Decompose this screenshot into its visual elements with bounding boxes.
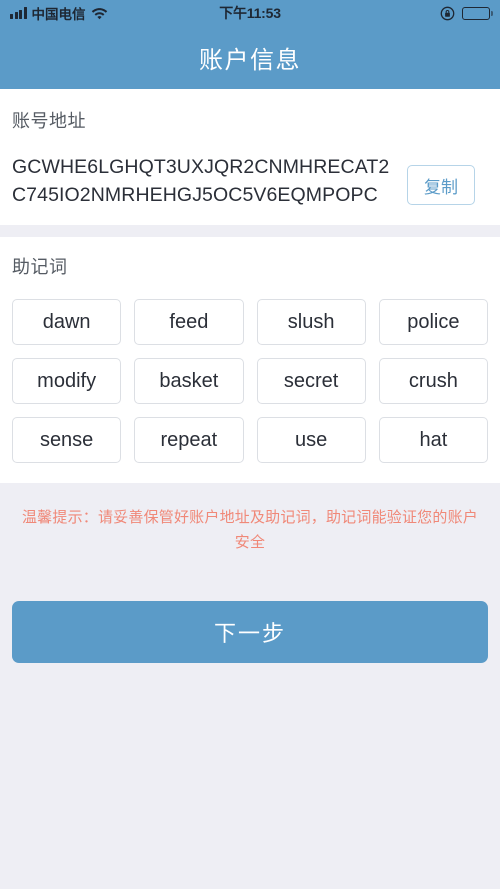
status-bar-right [281,6,494,21]
account-address-label: 账号地址 [12,111,86,131]
mnemonic-card: 助记词 dawn feed slush police modify basket… [0,237,500,483]
wifi-icon [91,7,108,20]
status-bar-left: 中国电信 [10,3,219,23]
page-title: 账户信息 [199,47,301,74]
mnemonic-word-grid: dawn feed slush police modify basket sec… [12,299,488,463]
mnemonic-word: feed [134,299,244,345]
account-address-row: GCWHE6LGHQT3UXJQR2CNMHRECAT2C745IO2NMRHE… [12,153,488,209]
status-bar-clock: 下午11:53 [219,5,281,21]
copy-address-button[interactable]: 复制 [407,165,475,205]
battery-icon [462,6,494,20]
mnemonic-word: crush [378,358,488,404]
navigation-bar: 账户信息 [0,26,500,89]
mnemonic-word: police [378,299,488,345]
footer-area: 温馨提示：请妥善保管好账户地址及助记词，助记词能验证您的账户安全 下一步 [0,483,500,889]
signal-bars-icon [10,7,27,19]
next-step-button[interactable]: 下一步 [12,601,488,663]
mnemonic-word: sense [12,417,122,463]
section-divider [0,225,500,237]
main-content: 账号地址 GCWHE6LGHQT3UXJQR2CNMHRECAT2C745IO2… [0,89,500,889]
rotation-lock-icon [440,6,455,21]
mnemonic-word: modify [12,358,122,404]
mnemonic-word: basket [134,358,244,404]
mnemonic-word: dawn [12,299,122,345]
status-bar: 中国电信 下午11:53 [0,0,500,26]
app-screen: 中国电信 下午11:53 账户信息 账号地址 GCWHE6LGHQT3UXJQR… [0,0,500,889]
mnemonic-label: 助记词 [12,257,68,277]
mnemonic-word: hat [378,417,488,463]
account-address-value: GCWHE6LGHQT3UXJQR2CNMHRECAT2C745IO2NMRHE… [12,156,390,206]
carrier-label: 中国电信 [31,7,86,22]
account-address-card: 账号地址 GCWHE6LGHQT3UXJQR2CNMHRECAT2C745IO2… [0,89,500,225]
mnemonic-word: use [256,417,366,463]
mnemonic-word: secret [256,358,366,404]
mnemonic-word: slush [256,299,366,345]
mnemonic-word: repeat [134,417,244,463]
security-warning-text: 温馨提示：请妥善保管好账户地址及助记词，助记词能验证您的账户安全 [21,509,478,551]
